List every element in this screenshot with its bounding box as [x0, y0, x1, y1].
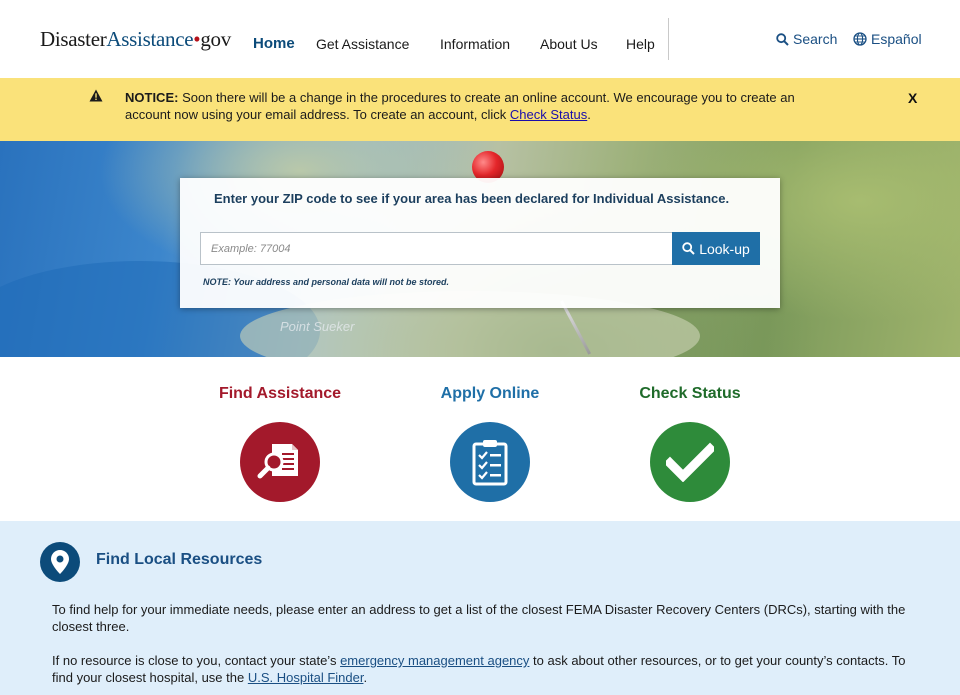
check-status-action[interactable]: Check Status [600, 385, 780, 502]
warning-icon [89, 89, 103, 102]
logo-text-disaster: Disaster [40, 27, 107, 51]
language-label: Español [871, 31, 922, 47]
local-resources-section: Find Local Resources To find help for yo… [0, 521, 960, 695]
local-resources-title: Find Local Resources [96, 551, 263, 568]
document-search-icon [257, 444, 298, 479]
site-logo[interactable]: DisasterAssistance•gov [40, 27, 231, 52]
notice-text: NOTICE: Soon there will be a change in t… [125, 89, 840, 123]
language-link[interactable]: Español [853, 31, 922, 47]
logo-text-gov: gov [200, 27, 231, 51]
nav-information[interactable]: Information [440, 36, 510, 52]
lookup-label: Look-up [699, 240, 750, 257]
notice-label: NOTICE: [125, 90, 179, 105]
apply-online-circle[interactable] [450, 422, 530, 502]
hospital-finder-link[interactable]: U.S. Hospital Finder [248, 670, 364, 685]
zip-input[interactable] [200, 232, 673, 265]
search-icon [682, 242, 695, 255]
local-resources-intro: To find help for your immediate needs, p… [52, 602, 906, 634]
notice-message: Soon there will be a change in the proce… [125, 90, 795, 122]
site-header: DisasterAssistance•gov Home Get Assistan… [0, 0, 960, 78]
search-link[interactable]: Search [776, 31, 837, 47]
notice-check-status-link[interactable]: Check Status [510, 107, 587, 122]
notice-close-button[interactable]: X [908, 90, 917, 106]
local-resources-contact: If no resource is close to you, contact … [52, 652, 912, 686]
nav-get-assistance[interactable]: Get Assistance [316, 36, 409, 52]
checkmark-icon [666, 442, 714, 482]
find-assistance-action[interactable]: Find Assistance [190, 385, 370, 502]
hero-map-label: Point Sueker [280, 319, 355, 334]
emergency-management-link[interactable]: emergency management agency [340, 653, 529, 668]
logo-text-assistance: Assistance [106, 27, 194, 51]
search-label: Search [793, 31, 838, 47]
privacy-note: NOTE: Your address and personal data wil… [203, 277, 450, 287]
check-status-circle[interactable] [650, 422, 730, 502]
nav-help[interactable]: Help [626, 36, 655, 52]
nav-about-us[interactable]: About Us [540, 36, 598, 52]
search-icon [776, 32, 789, 46]
zip-prompt: Enter your ZIP code to see if your area … [214, 191, 730, 206]
notice-banner: NOTICE: Soon there will be a change in t… [0, 78, 960, 141]
notice-end: . [587, 107, 591, 122]
zip-lookup-card: Enter your ZIP code to see if your area … [180, 178, 780, 308]
contact-text-end: . [363, 670, 368, 685]
globe-icon [853, 32, 867, 46]
apply-online-action[interactable]: Apply Online [400, 385, 580, 502]
check-status-title[interactable]: Check Status [600, 385, 780, 403]
checklist-icon [472, 440, 508, 486]
find-assistance-title[interactable]: Find Assistance [190, 385, 370, 403]
lookup-button[interactable]: Look-up [672, 232, 760, 265]
contact-text-start: If no resource is close to you, contact … [52, 653, 341, 668]
nav-home[interactable]: Home [253, 35, 295, 52]
find-assistance-circle[interactable] [240, 422, 320, 502]
apply-online-title[interactable]: Apply Online [400, 385, 580, 403]
location-pin-icon [40, 542, 80, 582]
nav-divider [668, 18, 669, 60]
